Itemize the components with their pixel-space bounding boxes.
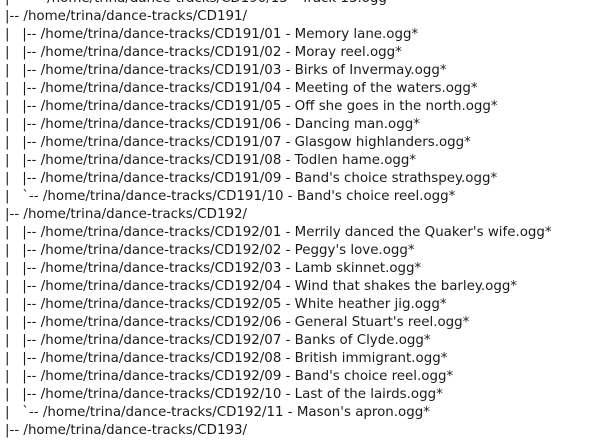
tree-line-file: | |-- /home/trina/dance-tracks/CD191/06 … xyxy=(5,117,420,132)
tree-line-file: | |-- /home/trina/dance-tracks/CD192/03 … xyxy=(5,261,422,276)
tree-line-file: | |-- /home/trina/dance-tracks/CD191/09 … xyxy=(5,171,498,186)
tree-line-directory: |-- /home/trina/dance-tracks/CD191/ xyxy=(5,9,248,24)
tree-line-file: | |-- /home/trina/dance-tracks/CD192/09 … xyxy=(5,369,454,384)
tree-line-file: | |-- /home/trina/dance-tracks/CD191/03 … xyxy=(5,63,447,78)
tree-line-file: | |-- /home/trina/dance-tracks/CD191/02 … xyxy=(5,45,402,60)
tree-line-file: | |-- /home/trina/dance-tracks/CD192/05 … xyxy=(5,297,447,312)
tree-line-file: | `-- /home/trina/dance-tracks/CD192/11 … xyxy=(5,405,430,420)
tree-line-file: | |-- /home/trina/dance-tracks/CD191/01 … xyxy=(5,27,419,42)
tree-line-file: | |-- /home/trina/dance-tracks/CD192/06 … xyxy=(5,315,470,330)
tree-line-file: | |-- /home/trina/dance-tracks/CD191/07 … xyxy=(5,135,471,150)
tree-line-directory: |-- /home/trina/dance-tracks/CD193/ xyxy=(5,423,248,438)
tree-line-file: | |-- /home/trina/dance-tracks/CD192/10 … xyxy=(5,387,443,402)
tree-line-file: | |-- /home/trina/dance-tracks/CD191/05 … xyxy=(5,99,498,114)
tree-line-file: | |-- /home/trina/dance-tracks/CD192/07 … xyxy=(5,333,431,348)
terminal-output: | `-- /home/trina/dance-tracks/CD190/13 … xyxy=(0,0,612,443)
tree-line-file: | |-- /home/trina/dance-tracks/CD191/04 … xyxy=(5,81,478,96)
tree-line-file: | |-- /home/trina/dance-tracks/CD192/02 … xyxy=(5,243,415,258)
tree-line-file: | `-- /home/trina/dance-tracks/CD190/13 … xyxy=(5,0,394,8)
tree-line-file: | |-- /home/trina/dance-tracks/CD192/01 … xyxy=(5,225,552,240)
tree-line-file: | |-- /home/trina/dance-tracks/CD192/08 … xyxy=(5,351,448,366)
tree-line-file: | |-- /home/trina/dance-tracks/CD192/04 … xyxy=(5,279,518,294)
tree-line-file: | `-- /home/trina/dance-tracks/CD191/10 … xyxy=(5,189,456,204)
tree-line-directory: |-- /home/trina/dance-tracks/CD192/ xyxy=(5,207,248,222)
tree-line-file: | |-- /home/trina/dance-tracks/CD191/08 … xyxy=(5,153,417,168)
